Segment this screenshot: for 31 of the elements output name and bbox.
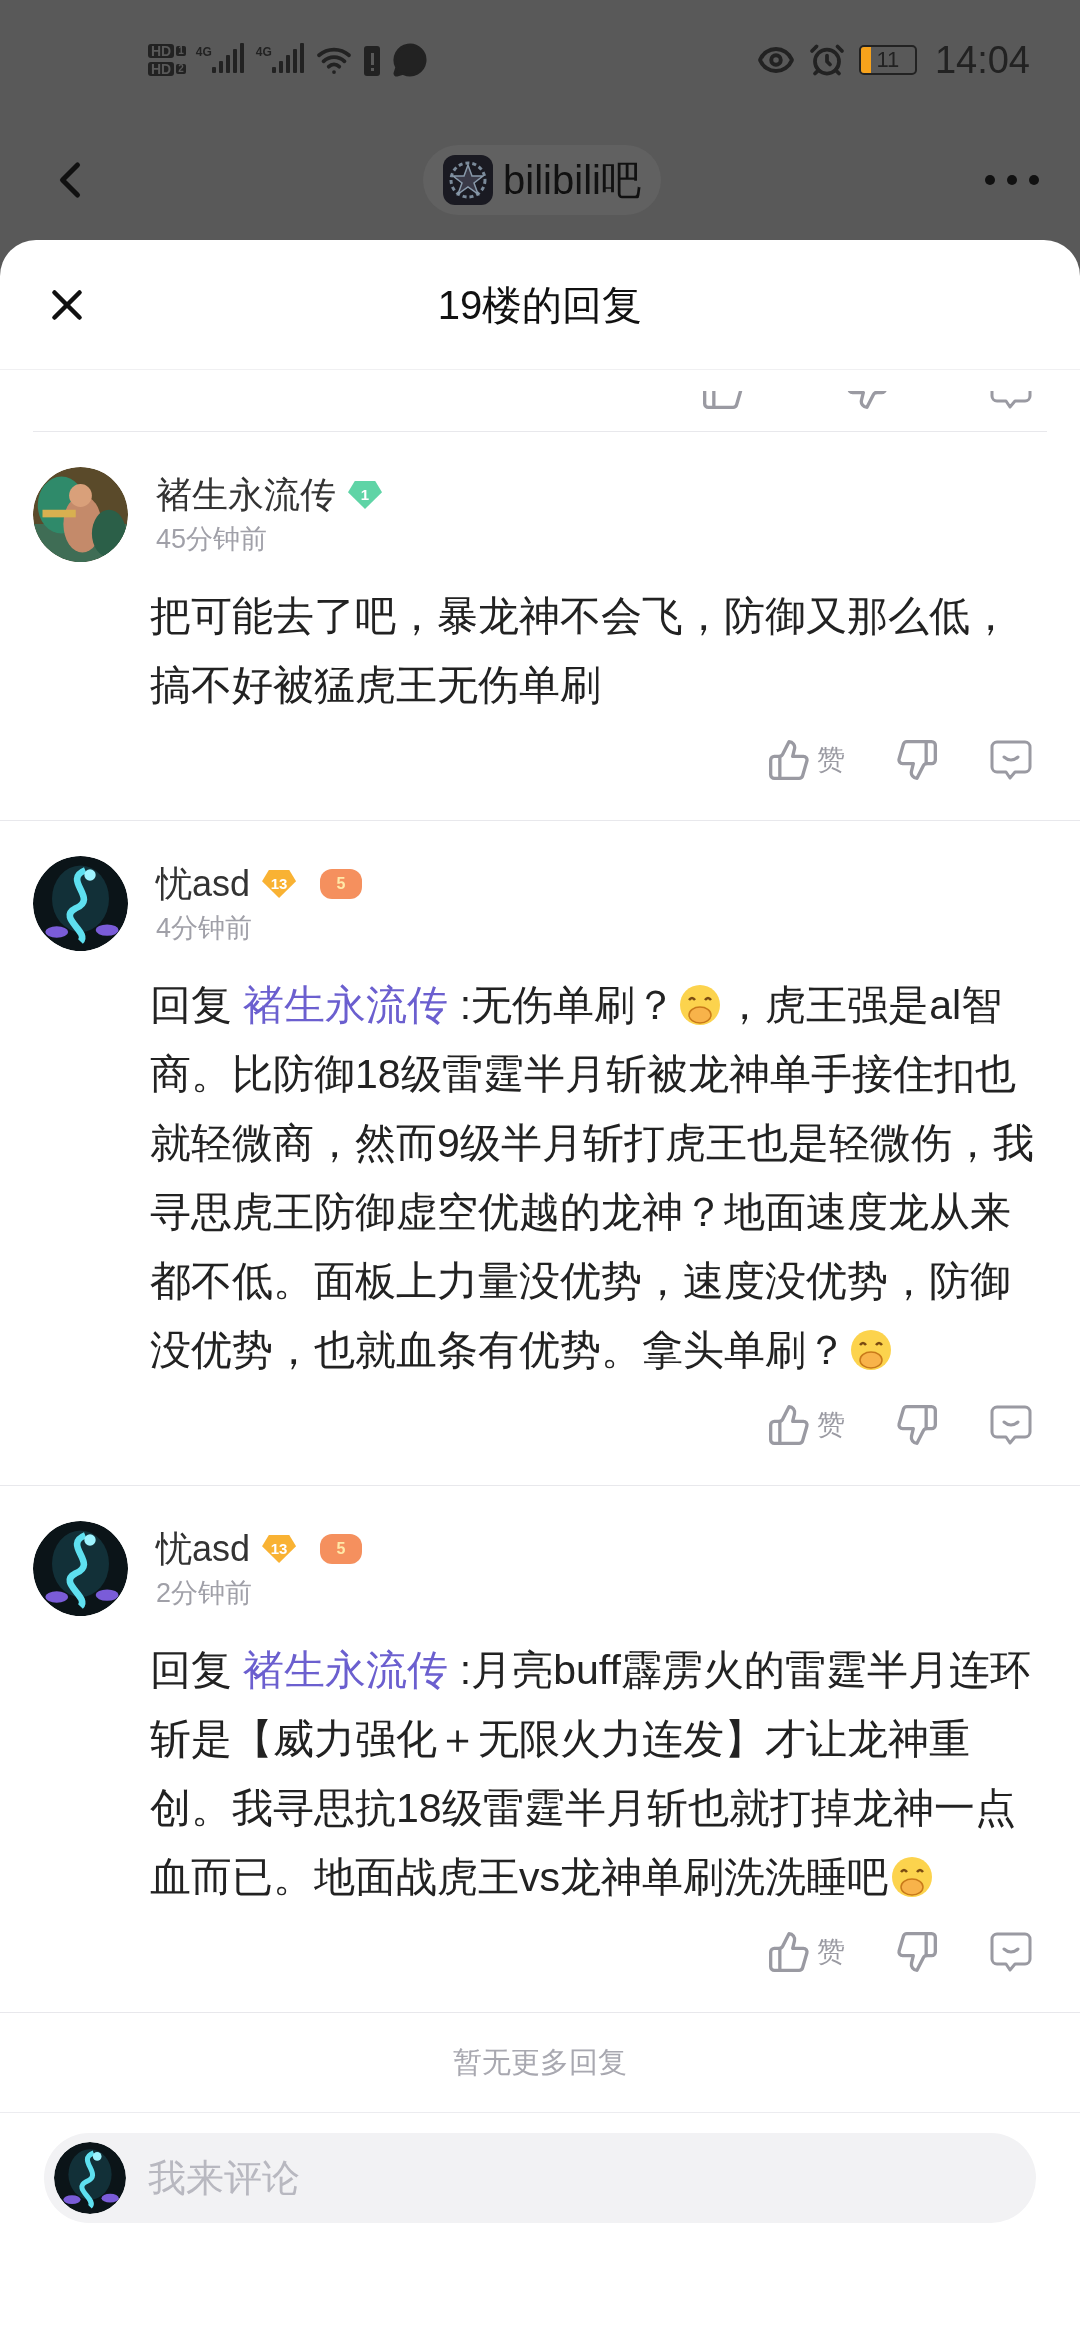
post-time: 2分钟前 <box>156 1577 254 1610</box>
sheet-title: 19楼的回复 <box>437 281 643 329</box>
like-button[interactable]: 赞 <box>767 1403 845 1447</box>
comment-text: 回复 褚生永流传 :月亮buff霹雳火的雷霆半月连环斩是【威力强化＋无限火力连发】才让龙神重创。我寻思抗18级雷霆半月斩也就打掉龙神一点血而已。地面战虎王vs龙神单刷洗洗睡吧 <box>150 1646 1032 1902</box>
post-time: 4分钟前 <box>156 912 254 945</box>
level-badge: 13 <box>262 870 297 898</box>
message-icon <box>391 42 428 78</box>
post-time: 45分钟前 <box>156 523 269 556</box>
end-note: 暂无更多回复 <box>453 2044 627 2080</box>
forum-logo-icon <box>443 155 494 205</box>
game-badge: 5 <box>320 1534 363 1564</box>
mention-link[interactable]: 褚生永流传 <box>243 1647 449 1693</box>
forum-pill[interactable]: bilibili吧 <box>423 145 661 215</box>
username[interactable]: 忧asd <box>156 860 251 908</box>
more-icon[interactable] <box>984 174 1040 186</box>
level-badge: 13 <box>262 1535 297 1563</box>
like-button[interactable]: 赞 <box>767 1930 845 1974</box>
game-badge: 5 <box>320 869 363 899</box>
comment-field[interactable]: 我来评论 <box>148 2149 1026 2207</box>
clock: 14:04 <box>934 37 1030 83</box>
battery-percent: 11 <box>875 49 901 71</box>
comment-text: 把可能去了吧，暴龙神不会飞，防御又那么低，搞不好被猛虎王无伤单刷 <box>150 592 1012 710</box>
battery-alert-icon <box>361 43 382 77</box>
level-badge: 1 <box>348 481 382 509</box>
username[interactable]: 褚生永流传 <box>156 471 336 519</box>
mention-link[interactable]: 褚生永流传 <box>243 982 449 1028</box>
username[interactable]: 忧asd <box>156 1525 251 1573</box>
like-button[interactable]: 赞 <box>767 738 845 782</box>
comment-text: 回复 褚生永流传 :无伤单刷？ ，虎王强是al智商。比防御18级雷霆半月斩被龙神单手接住扣也就轻微商，然而9级半月斩打虎王也是轻微伤，我寻思虎王防御虚空优越的龙神？地面速度龙从来都不低。面板上力量没优势，速度没优势，防御没优势，也就血条有优势。拿头单刷？ <box>150 981 1035 1375</box>
comment-input[interactable]: 我来评论 <box>44 2133 1036 2223</box>
alarm-icon <box>808 42 845 78</box>
